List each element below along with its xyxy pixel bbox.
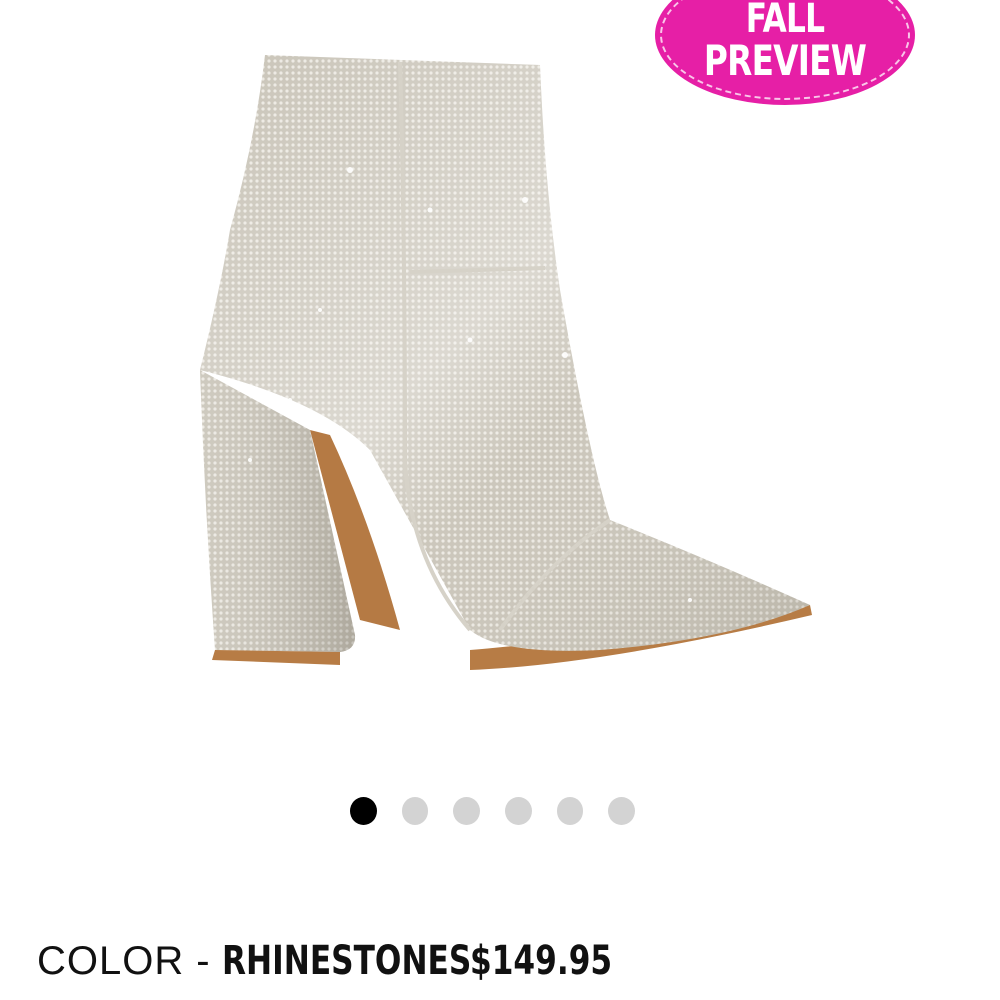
product-image[interactable]: [170, 40, 850, 700]
carousel-dot-4[interactable]: [505, 797, 532, 825]
color-label: COLOR: [37, 939, 185, 983]
color-separator: -: [196, 939, 210, 983]
carousel-dot-5[interactable]: [556, 797, 584, 825]
badge-line-1: FALL: [745, 0, 825, 42]
color-value: RHINESTONES: [221, 938, 471, 984]
product-info: COLOR - RHINESTONES $149.95: [37, 938, 652, 988]
carousel-dot-1[interactable]: [350, 797, 377, 825]
carousel-dot-6[interactable]: [608, 797, 636, 825]
price: $149.95: [469, 938, 612, 984]
image-carousel-dots: [350, 795, 660, 827]
carousel-dot-3[interactable]: [453, 797, 481, 825]
carousel-dot-2[interactable]: [401, 797, 429, 825]
product-page: FALL PREVIEW COLOR - RHINESTONES $149.95: [0, 0, 1000, 1000]
